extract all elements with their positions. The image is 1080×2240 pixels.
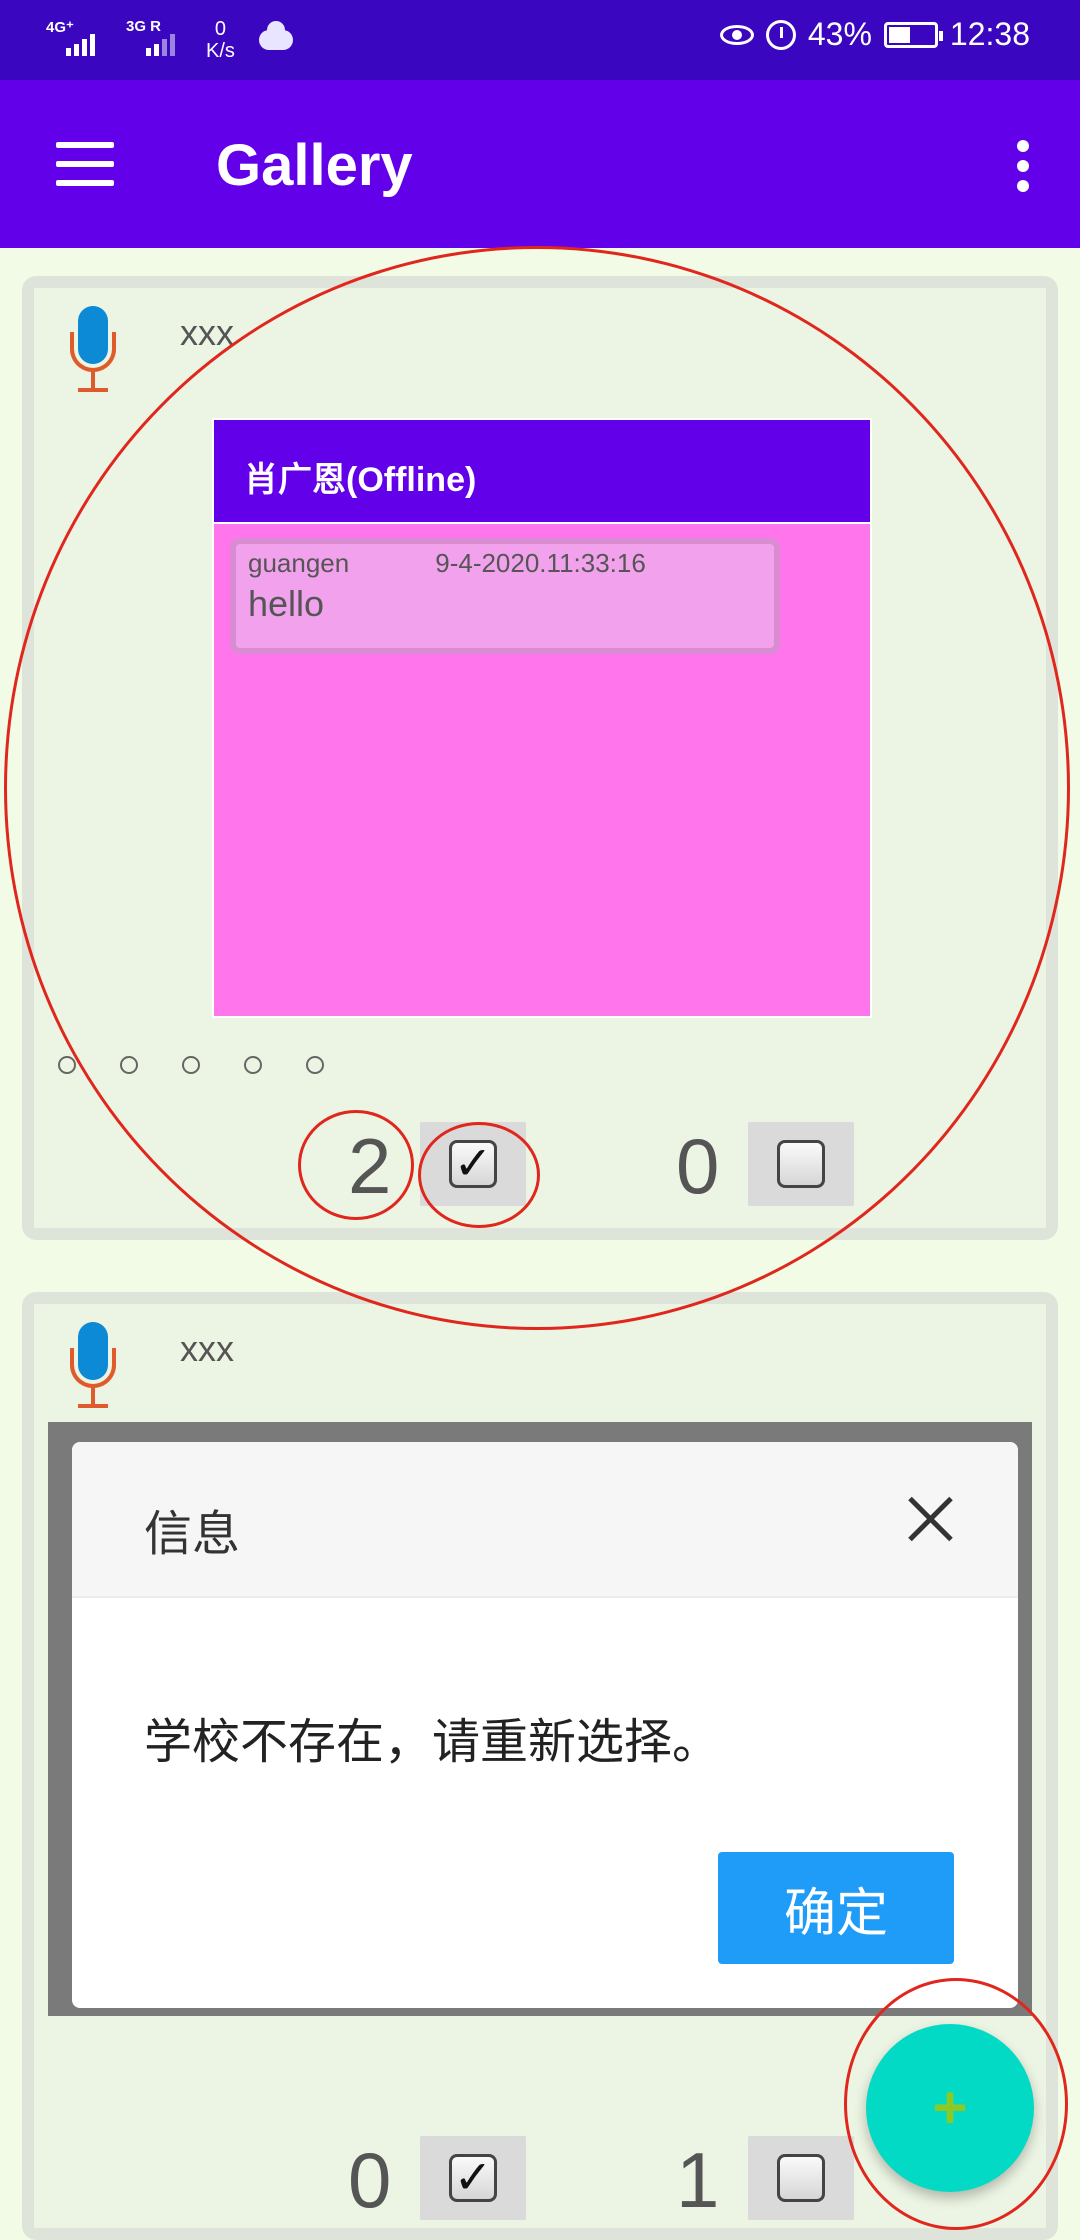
confirm-button[interactable]: 确定	[718, 1852, 954, 1964]
dislike-checkbox[interactable]	[748, 2136, 854, 2220]
card-name: xxx	[180, 312, 234, 353]
more-options-icon[interactable]	[1016, 140, 1030, 192]
battery-icon	[883, 21, 943, 48]
dialog-overlay: 信息 学校不存在，请重新选择。 确定	[48, 1422, 1032, 2016]
like-checkbox[interactable]: ✓	[420, 2136, 526, 2220]
checkbox-empty-icon	[777, 2154, 825, 2202]
add-fab[interactable]: +	[866, 2024, 1034, 2192]
page-dot[interactable]	[244, 1056, 262, 1074]
checkmark-icon: ✓	[449, 2154, 497, 2202]
cloud-icon	[258, 21, 293, 50]
clock: 12:38	[949, 16, 1030, 52]
like-count: 0	[348, 2136, 392, 2224]
alarm-icon	[765, 19, 796, 50]
checkbox-empty-icon	[777, 1140, 825, 1188]
gallery-card: xxx 肖广恩(Offline) guangen 9-4-2020.11:33:…	[22, 276, 1058, 1240]
signal-label-2: 3G R	[126, 18, 162, 35]
eye-icon	[719, 24, 754, 45]
menu-icon[interactable]	[56, 142, 114, 186]
dislike-checkbox[interactable]	[748, 1122, 854, 1206]
signal-icon-2: 3G R	[126, 18, 188, 60]
chat-preview[interactable]: 肖广恩(Offline) guangen 9-4-2020.11:33:16 h…	[212, 418, 872, 1018]
dialog-message: 学校不存在，请重新选择。	[144, 1716, 721, 1769]
page-dot[interactable]	[182, 1056, 200, 1074]
info-dialog: 信息 学校不存在，请重新选择。 确定	[72, 1442, 1018, 2008]
battery-percent: 43%	[807, 16, 872, 52]
like-checkbox[interactable]: ✓	[420, 1122, 526, 1206]
card-name: xxx	[180, 1328, 234, 1369]
app-bar: Gallery	[0, 80, 1080, 248]
microphone-icon[interactable]	[70, 1322, 120, 1412]
dislike-count: 0	[676, 1122, 720, 1210]
signal-icon: 4G⁺	[46, 19, 108, 60]
dialog-title: 信息	[144, 1508, 241, 1561]
checkmark-icon: ✓	[449, 1140, 497, 1188]
network-speed: 0 K/s	[206, 18, 235, 62]
dislike-count: 1	[676, 2136, 720, 2224]
page-title: Gallery	[216, 133, 413, 198]
page-dot[interactable]	[306, 1056, 324, 1074]
close-icon[interactable]	[908, 1496, 954, 1542]
message-sender: guangen	[248, 548, 350, 578]
status-bar: 4G⁺ 3G R 0 K/s 43% 12:38	[0, 0, 1080, 80]
page-indicator[interactable]	[58, 1056, 324, 1074]
speed-value: 0	[214, 18, 227, 40]
page-dot[interactable]	[120, 1056, 138, 1074]
microphone-icon[interactable]	[70, 306, 120, 396]
message-timestamp: 9-4-2020.11:33:16	[435, 548, 646, 578]
page-dot[interactable]	[58, 1056, 76, 1074]
chat-header: 肖广恩(Offline)	[214, 420, 870, 524]
like-count: 2	[348, 1122, 392, 1210]
speed-unit: K/s	[206, 40, 235, 62]
message-text: hello	[248, 583, 325, 624]
message-bubble[interactable]: guangen 9-4-2020.11:33:16 hello	[230, 538, 780, 654]
